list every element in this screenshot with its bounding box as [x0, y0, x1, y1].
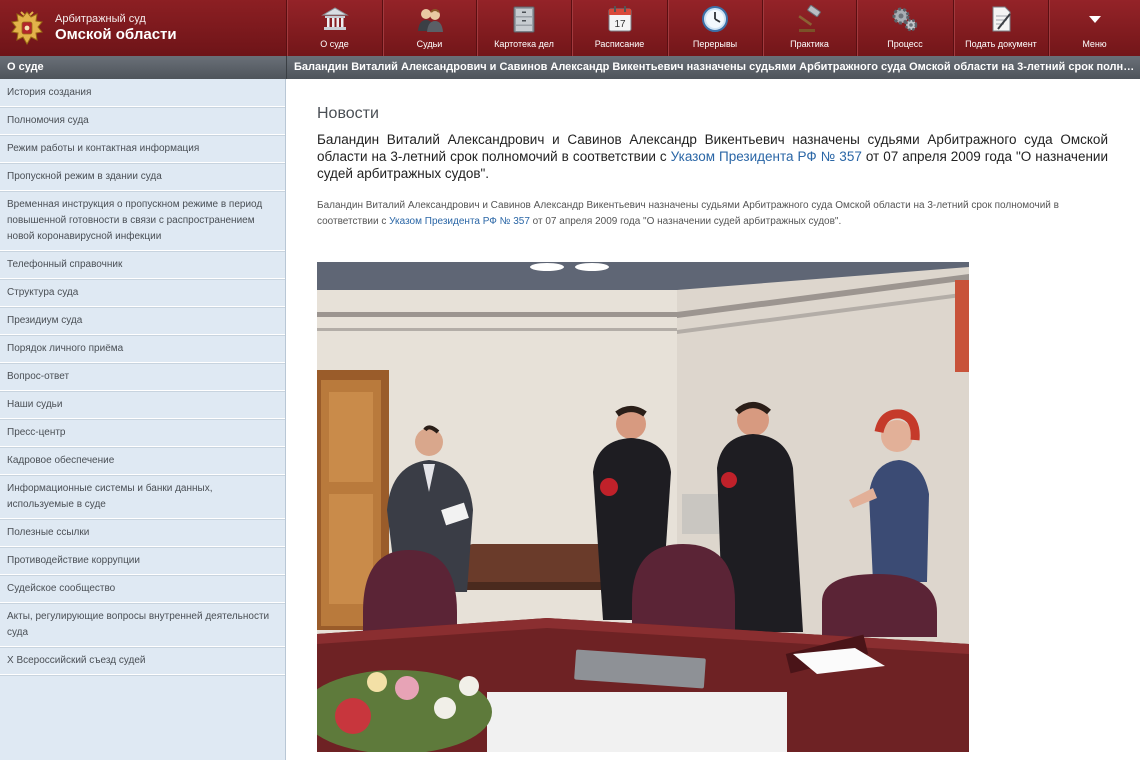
nav-label: Перерывы [692, 39, 738, 49]
coat-of-arms-icon [11, 11, 43, 46]
cabinet-icon [509, 4, 539, 34]
sidebar-item-contacts[interactable]: Режим работы и контактная информация [0, 135, 285, 163]
sidebar-menu: История создания Полномочия суда Режим р… [0, 79, 286, 760]
sidebar-item-powers[interactable]: Полномочия суда [0, 107, 285, 135]
brand-subtitle: Арбитражный суд [55, 12, 146, 25]
news-body: Баландин Виталий Александрович и Савинов… [317, 200, 1059, 227]
courthouse-icon [320, 4, 350, 34]
nav-label: Подать документ [965, 39, 1037, 49]
decree-link-small[interactable]: Указом Президента РФ № 357 [389, 216, 530, 227]
nav-practice[interactable]: Практика [762, 0, 856, 56]
sidebar-item-reception[interactable]: Порядок личного приёма [0, 335, 285, 363]
clock-icon [700, 4, 730, 34]
document-icon [986, 4, 1016, 34]
gavel-icon [795, 4, 825, 34]
calendar-icon: 17 [605, 4, 635, 34]
news-photo [317, 262, 969, 752]
nav-menu[interactable]: Меню [1048, 0, 1140, 56]
judges-icon [415, 4, 445, 34]
sidebar-item-press[interactable]: Пресс-центр [0, 419, 285, 447]
nav-about[interactable]: О суде [286, 0, 382, 56]
sidebar-item-presidium[interactable]: Президиум суда [0, 307, 285, 335]
section-title: О суде [0, 56, 286, 79]
nav-label: О суде [320, 39, 349, 49]
sidebar-item-temp-instruction[interactable]: Временная инструкция о пропускном режиме… [0, 191, 285, 251]
nav-label: Практика [790, 39, 829, 49]
nav-breaks[interactable]: Перерывы [667, 0, 762, 56]
chevron-down-icon [1080, 4, 1110, 34]
nav-process[interactable]: Процесс [856, 0, 953, 56]
main-content: Новости Баландин Виталий Александрович и… [286, 79, 1140, 760]
nav-label: Меню [1082, 39, 1107, 49]
page-title: Новости [317, 105, 379, 122]
brand-title: Омской области [55, 25, 177, 43]
decree-link[interactable]: Указом Президента РФ № 357 [671, 149, 862, 164]
sub-header: О суде Баландин Виталий Александрович и … [0, 56, 1140, 79]
site-header: Арбитражный суд Омской области О суде Су… [0, 0, 1140, 56]
nav-submit-document[interactable]: Подать документ [953, 0, 1048, 56]
sidebar-item-access-regime[interactable]: Пропускной режим в здании суда [0, 163, 285, 191]
sidebar-item-congress[interactable]: X Всероссийский съезд судей [0, 647, 285, 675]
site-logo[interactable]: Арбитражный суд Омской области [0, 0, 286, 56]
nav-label: Судьи [416, 39, 443, 49]
sidebar-item-info-systems[interactable]: Информационные системы и банки данных, и… [0, 475, 285, 519]
sidebar-item-judges[interactable]: Наши судьи [0, 391, 285, 419]
nav-schedule[interactable]: 17 Расписание [571, 0, 667, 56]
main-nav: О суде Судьи Картотека дел 17 Расписание… [286, 0, 1140, 56]
nav-case-files[interactable]: Картотека дел [476, 0, 571, 56]
calendar-day: 17 [614, 19, 626, 30]
sidebar-item-anticorruption[interactable]: Противодействие коррупции [0, 547, 285, 575]
sidebar-item-judicial-community[interactable]: Судейское сообщество [0, 575, 285, 603]
nav-label: Картотека дел [494, 39, 554, 49]
sidebar-item-faq[interactable]: Вопрос-ответ [0, 363, 285, 391]
sidebar-item-hr[interactable]: Кадровое обеспечение [0, 447, 285, 475]
gears-icon [890, 4, 920, 34]
sidebar-item-history[interactable]: История создания [0, 79, 285, 107]
nav-label: Процесс [887, 39, 923, 49]
news-lead: Баландин Виталий Александрович и Савинов… [317, 132, 1109, 181]
sidebar-item-links[interactable]: Полезные ссылки [0, 519, 285, 547]
sidebar-item-structure[interactable]: Структура суда [0, 279, 285, 307]
nav-label: Расписание [594, 39, 645, 49]
sidebar-item-internal-acts[interactable]: Акты, регулирующие вопросы внутренней де… [0, 603, 285, 647]
nav-judges[interactable]: Судьи [382, 0, 476, 56]
sidebar-item-phonebook[interactable]: Телефонный справочник [0, 251, 285, 279]
news-ticker[interactable]: Баландин Виталий Александрович и Савинов… [286, 56, 1140, 79]
